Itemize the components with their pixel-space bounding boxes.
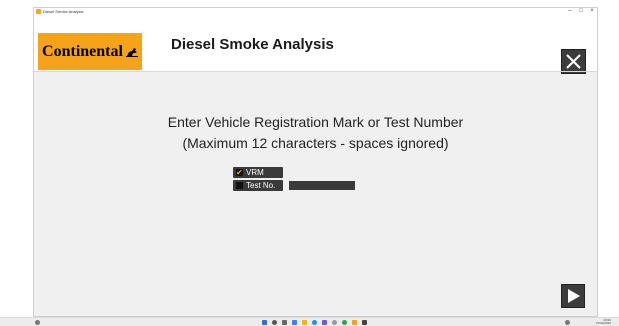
horse-icon — [125, 47, 138, 57]
close-icon — [566, 54, 581, 69]
window-close-button[interactable]: × — [586, 8, 598, 16]
next-button[interactable] — [561, 284, 585, 308]
edge-icon[interactable] — [312, 320, 317, 325]
os-taskbar: 10:00 27/11/2023 — [0, 317, 619, 326]
test-number-option-label: Test No. — [246, 181, 276, 190]
taskbar-clock[interactable]: 10:00 27/11/2023 — [596, 319, 611, 325]
vrm-option[interactable]: ✔ VRM — [233, 167, 283, 178]
test-number-option[interactable]: Test No. — [233, 180, 283, 191]
test-number-checkbox[interactable] — [236, 182, 243, 189]
app-icon — [36, 9, 41, 14]
file-explorer-icon[interactable] — [302, 320, 307, 325]
app-header: Continental Diesel Smoke Analysis — [34, 16, 597, 74]
instruction-line-2: (Maximum 12 characters - spaces ignored) — [182, 135, 449, 151]
continental-logo: Continental — [38, 33, 142, 70]
play-arrow-icon — [568, 289, 580, 303]
app-title: Diesel Smoke Analysis — [171, 36, 334, 53]
vrm-option-label: VRM — [246, 168, 264, 177]
vrm-checkbox[interactable]: ✔ — [236, 169, 243, 177]
window-title: Diesel Smoke Analysis — [43, 9, 84, 14]
search-icon[interactable] — [272, 320, 277, 325]
header-divider — [34, 71, 597, 72]
app-taskbar-icon[interactable] — [352, 320, 357, 325]
weather-icon — [35, 320, 40, 325]
instruction-line-1: Enter Vehicle Registration Mark or Test … — [167, 114, 464, 130]
terminal-icon[interactable] — [362, 320, 367, 325]
chrome-icon[interactable] — [342, 320, 347, 325]
widgets-icon[interactable] — [292, 320, 297, 325]
app-window: Diesel Smoke Analysis – □ × Continental … — [33, 7, 598, 317]
network-icon[interactable] — [565, 320, 570, 325]
registration-input[interactable] — [289, 181, 355, 190]
task-view-icon[interactable] — [282, 320, 287, 325]
start-icon[interactable] — [262, 320, 267, 325]
store-icon[interactable] — [322, 320, 327, 325]
settings-icon[interactable] — [332, 320, 337, 325]
clock-date: 27/11/2023 — [596, 321, 611, 325]
logo-text: Continental — [42, 42, 123, 60]
